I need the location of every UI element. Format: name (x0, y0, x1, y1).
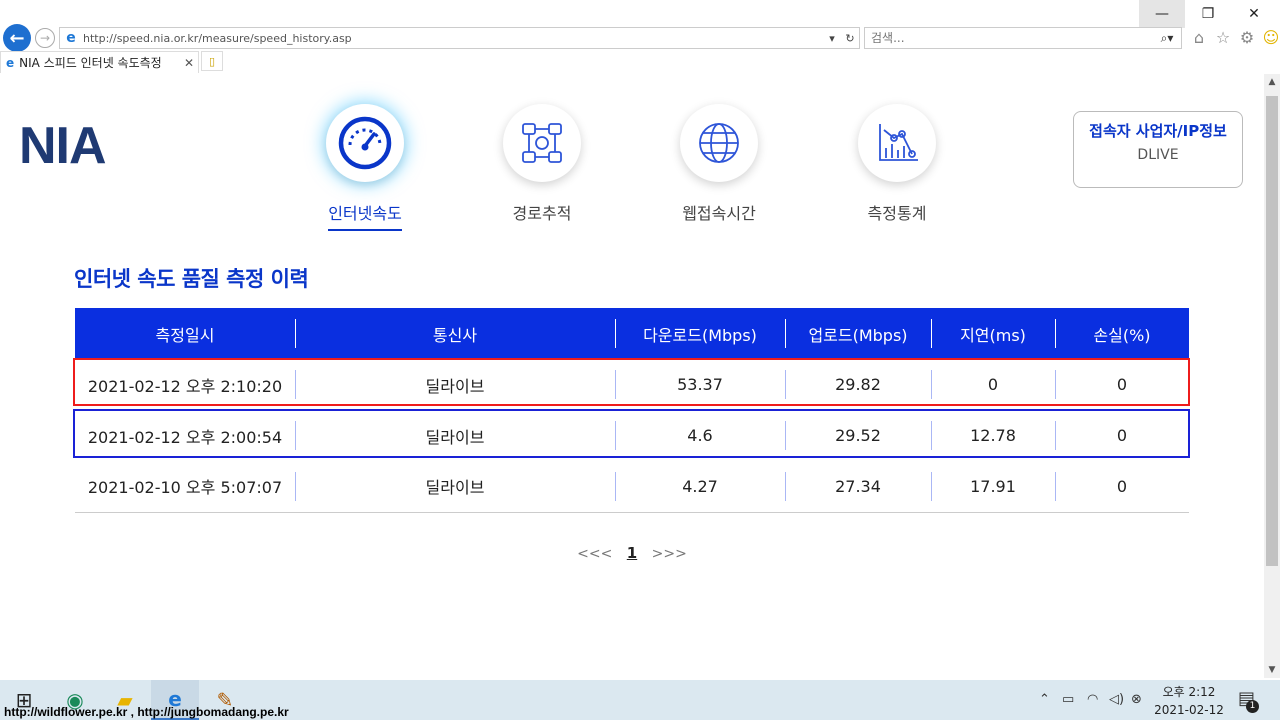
refresh-icon[interactable]: ↻ (841, 32, 859, 45)
cell-upload: 29.82 (785, 359, 931, 410)
no-network-icon[interactable]: ⊗ (1131, 692, 1142, 707)
cell-latency: 0 (931, 359, 1055, 410)
taskbar-clock[interactable]: 오후 2:12 2021-02-12 (1150, 683, 1228, 719)
home-icon[interactable]: ⌂ (1190, 28, 1208, 47)
cell-loss: 0 (1055, 359, 1189, 410)
cell-carrier: 딜라이브 (295, 359, 615, 410)
ie-tab-icon: e (6, 55, 15, 70)
network-icon[interactable]: ◠ (1087, 692, 1098, 707)
statistics-chart-icon (858, 104, 936, 182)
cell-carrier: 딜라이브 (295, 410, 615, 461)
table-row: 2021-02-12 오후 2:00:54 딜라이브 4.6 29.52 12.… (75, 410, 1189, 461)
settings-gear-icon[interactable]: ⚙ (1238, 28, 1256, 47)
search-icon[interactable]: ⌕▾ (1153, 31, 1181, 46)
watermark-text: http://wildflower.pe.kr , http://jungbom… (4, 705, 289, 719)
pager-current[interactable]: 1 (627, 544, 637, 562)
close-tab-icon[interactable]: ✕ (184, 56, 194, 70)
nia-logo[interactable]: NIA (19, 116, 107, 176)
ip-info-title: 접속자 사업자/IP정보 (1089, 122, 1227, 140)
show-hidden-icons-chevron-icon[interactable]: ⌃ (1039, 692, 1050, 707)
cell-date: 2021-02-10 오후 5:07:07 (75, 461, 295, 513)
cell-date: 2021-02-12 오후 2:00:54 (87, 427, 283, 447)
favorites-star-icon[interactable]: ☆ (1214, 28, 1232, 47)
route-trace-icon (503, 104, 581, 182)
forward-arrow-icon[interactable]: → (35, 28, 55, 48)
ip-info-box: 접속자 사업자/IP정보 DLIVE (1073, 111, 1243, 188)
cell-latency: 17.91 (931, 461, 1055, 513)
tab-nia-speed[interactable]: e NIA 스피드 인터넷 속도측정 ✕ (0, 51, 199, 73)
scroll-thumb[interactable] (1266, 96, 1278, 566)
history-table: 측정일시 통신사 다운로드(Mbps) 업로드(Mbps) 지연(ms) 손실(… (75, 308, 1189, 513)
cell-carrier: 딜라이브 (295, 461, 615, 513)
scroll-down-arrow-icon[interactable]: ▼ (1264, 662, 1280, 678)
globe-icon (680, 104, 758, 182)
col-date: 측정일시 (75, 308, 295, 359)
menu-statistics[interactable]: 측정통계 (837, 104, 957, 229)
menu-label: 인터넷속도 (328, 200, 402, 231)
cell-upload: 29.52 (785, 410, 931, 461)
pager-next[interactable]: >>> (652, 546, 687, 562)
table-row: 2021-02-10 오후 5:07:07 딜라이브 4.27 27.34 17… (75, 461, 1189, 513)
menu-label: 경로추적 (512, 204, 572, 223)
back-arrow-icon[interactable]: ← (3, 24, 31, 52)
search-input[interactable] (871, 31, 1153, 45)
toolbar-icons: ⌂ ☆ ⚙ ☺ (1190, 28, 1280, 47)
cell-loss: 0 (1055, 410, 1189, 461)
cell-loss: 0 (1055, 461, 1189, 513)
vertical-scrollbar[interactable]: ▲ ▼ (1264, 74, 1280, 678)
menu-label: 측정통계 (867, 204, 927, 223)
minimize-button[interactable]: — (1139, 0, 1185, 28)
dropdown-arrow-icon[interactable]: ▾ (823, 32, 841, 45)
scroll-up-arrow-icon[interactable]: ▲ (1264, 74, 1280, 90)
cell-upload: 27.34 (785, 461, 931, 513)
url-text[interactable]: http://speed.nia.or.kr/measure/speed_his… (83, 32, 823, 45)
browser-chrome: — ❐ ✕ ← → e http://speed.nia.or.kr/measu… (0, 0, 1280, 74)
table-header-row: 측정일시 통신사 다운로드(Mbps) 업로드(Mbps) 지연(ms) 손실(… (75, 308, 1189, 359)
close-window-button[interactable]: ✕ (1231, 0, 1277, 28)
cell-date: 2021-02-12 오후 2:10:20 (87, 376, 283, 396)
pager-prev[interactable]: <<< (577, 546, 612, 562)
cell-latency: 12.78 (931, 410, 1055, 461)
notification-center-icon[interactable]: ▤ 1 (1238, 688, 1259, 713)
cell-download: 4.27 (615, 461, 785, 513)
menu-internet-speed[interactable]: 인터넷속도 (305, 104, 425, 231)
clock-date: 2021-02-12 (1154, 703, 1224, 717)
battery-icon[interactable]: ▭ (1062, 692, 1074, 707)
restore-button[interactable]: ❐ (1185, 0, 1231, 28)
col-download: 다운로드(Mbps) (615, 308, 785, 359)
ip-info-value: DLIVE (1137, 147, 1179, 163)
menu-label: 웹접속시간 (682, 204, 756, 223)
col-loss: 손실(%) (1055, 308, 1189, 359)
ie-page-icon: e (66, 30, 76, 46)
speedometer-icon (326, 104, 404, 182)
search-box[interactable]: ⌕▾ (864, 27, 1182, 49)
cell-download: 53.37 (615, 359, 785, 410)
menu-web-access-time[interactable]: 웹접속시간 (659, 104, 779, 229)
menu-route-trace[interactable]: 경로추적 (482, 104, 602, 229)
feedback-smiley-icon[interactable]: ☺ (1262, 28, 1280, 47)
col-upload: 업로드(Mbps) (785, 308, 931, 359)
page-title: 인터넷 속도 품질 측정 이력 (74, 267, 309, 291)
table-row: 2021-02-12 오후 2:10:20 딜라이브 53.37 29.82 0… (75, 359, 1189, 410)
col-latency: 지연(ms) (931, 308, 1055, 359)
volume-icon[interactable]: ◁) (1109, 692, 1124, 707)
cell-download: 4.6 (615, 410, 785, 461)
col-carrier: 통신사 (295, 308, 615, 359)
tab-title: NIA 스피드 인터넷 속도측정 (19, 56, 162, 70)
notification-badge: 1 (1246, 700, 1259, 713)
new-tab-button[interactable]: ▯ (201, 51, 223, 71)
pagination: <<< 1 >>> (0, 544, 1264, 562)
address-bar[interactable]: e http://speed.nia.or.kr/measure/speed_h… (59, 27, 860, 49)
clock-time: 오후 2:12 (1162, 685, 1216, 699)
